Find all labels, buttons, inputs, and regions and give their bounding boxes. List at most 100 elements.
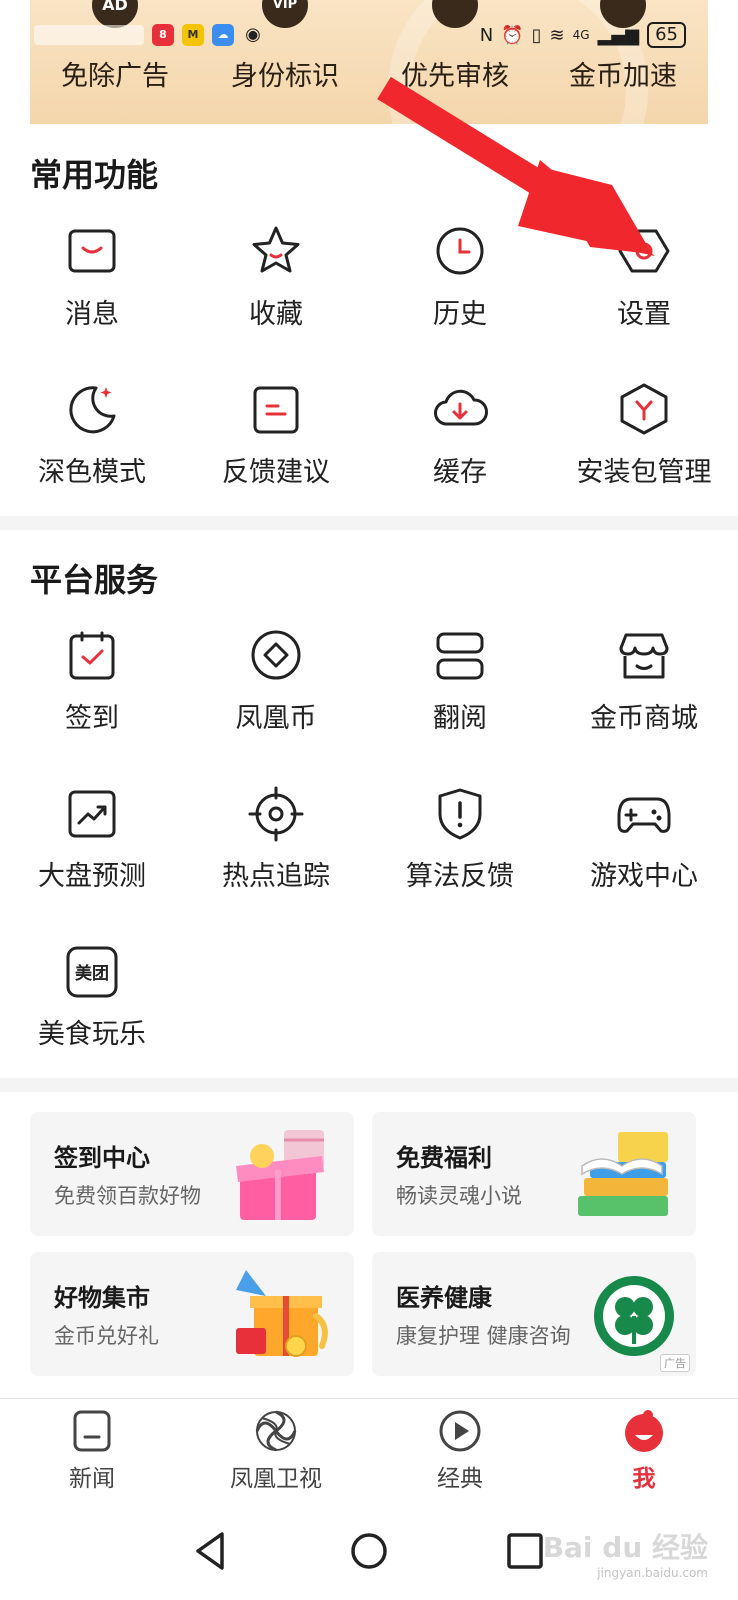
status-left: 8 M ☁ ◉ [34, 20, 264, 50]
watermark-url: jingyan.baidu.com [597, 1566, 708, 1580]
network-label: 4G [572, 28, 590, 42]
card-subtitle: 金币兑好礼 [54, 1324, 159, 1348]
trend-icon [62, 784, 122, 844]
grid-item-food-fun[interactable]: 美团 美食玩乐 [0, 942, 184, 1062]
grid-item-feedback[interactable]: 反馈建议 [184, 380, 368, 500]
grid-item-messages[interactable]: 消息 [0, 222, 184, 342]
browse-icon [430, 626, 490, 686]
books-image [568, 1126, 678, 1226]
shield-alert-icon [430, 784, 490, 844]
battery-indicator: 65 [647, 22, 686, 48]
wifi-icon: ≋ [549, 24, 565, 46]
star-icon [246, 222, 306, 282]
card-subtitle: 畅读灵魂小说 [396, 1184, 522, 1208]
card-free-benefits[interactable]: 免费福利 畅读灵魂小说 [372, 1112, 696, 1236]
privilege-label: 金币加速 [569, 61, 677, 92]
package-icon [614, 380, 674, 440]
nfc-icon: N [479, 24, 494, 46]
grid-item-coin-mall[interactable]: 金币商城 [552, 626, 736, 746]
grid-item-label: 金币商城 [590, 703, 698, 734]
system-navigation-bar: Bai du 经验 jingyan.baidu.com [0, 1502, 738, 1600]
moon-icon [62, 380, 122, 440]
cloud-notification-icon: ☁ [212, 24, 234, 46]
grid-item-label: 翻阅 [433, 703, 487, 734]
gear-icon [614, 222, 674, 282]
mail-notification-icon: M [182, 24, 204, 46]
grid-item-browse[interactable]: 翻阅 [368, 626, 552, 746]
target-icon [246, 784, 306, 844]
feedback-icon [246, 380, 306, 440]
grid-item-game-center[interactable]: 游戏中心 [552, 784, 736, 904]
tab-news[interactable]: 新闻 [0, 1399, 184, 1503]
signal-icon: ▂▄▆ [597, 24, 640, 46]
tab-classic[interactable]: 经典 [368, 1399, 552, 1503]
card-health-care-ad[interactable]: 医养健康 康复护理 健康咨询 广告 [372, 1252, 696, 1376]
grid-item-algorithm-feedback[interactable]: 算法反馈 [368, 784, 552, 904]
watermark-text: Bai du 经验 [542, 1531, 708, 1564]
vibrate-icon: ▯ [531, 24, 542, 46]
privilege-label: 免除广告 [61, 61, 169, 92]
eye-icon: ◉ [245, 24, 261, 45]
coin-icon [246, 626, 306, 686]
grid-item-market-forecast[interactable]: 大盘预测 [0, 784, 184, 904]
grid-item-checkin[interactable]: 签到 [0, 626, 184, 746]
cloud-download-icon [430, 380, 490, 440]
card-title: 医养健康 [396, 1284, 492, 1312]
grid-item-phoenix-coin[interactable]: 凤凰币 [184, 626, 368, 746]
card-goods-market[interactable]: 好物集市 金币兑好礼 [30, 1252, 354, 1376]
grid-item-label: 收藏 [249, 299, 303, 330]
gamepad-icon [614, 784, 674, 844]
play-icon [438, 1409, 482, 1453]
grid-item-label: 缓存 [433, 457, 487, 488]
card-title: 好物集市 [54, 1284, 150, 1312]
tab-label: 我 [632, 1466, 656, 1492]
grid-item-label: 深色模式 [38, 457, 146, 488]
privilege-label: 身份标识 [231, 61, 339, 92]
grid-item-favorites[interactable]: 收藏 [184, 222, 368, 342]
alarm-icon: ⏰ [501, 24, 524, 46]
section-title-common: 常用功能 [30, 156, 159, 194]
meituan-icon: 美团 [62, 942, 122, 1002]
bottom-tab-bar: 新闻 凤凰卫视 经典 我 [0, 1398, 738, 1502]
message-icon [62, 222, 122, 282]
app-notification-icon: 8 [152, 24, 174, 46]
grid-item-label: 大盘预测 [38, 861, 146, 892]
me-avatar-icon [622, 1409, 666, 1453]
phoenix-icon [254, 1409, 298, 1453]
home-icon[interactable] [344, 1526, 394, 1576]
grid-item-label: 签到 [65, 703, 119, 734]
tab-label: 新闻 [69, 1466, 115, 1492]
grid-item-label: 消息 [65, 299, 119, 330]
gift-box-image [226, 1126, 336, 1226]
clock-icon [430, 222, 490, 282]
card-title: 签到中心 [54, 1144, 150, 1172]
grid-item-label: 算法反馈 [406, 861, 514, 892]
tab-phoenix-tv[interactable]: 凤凰卫视 [184, 1399, 368, 1503]
card-checkin-center[interactable]: 签到中心 免费领百款好物 [30, 1112, 354, 1236]
grid-item-settings[interactable]: 设置 [552, 222, 736, 342]
grid-item-label: 美食玩乐 [38, 1019, 146, 1050]
grid-item-label: 热点追踪 [222, 861, 330, 892]
news-icon [70, 1409, 114, 1453]
grid-item-label: 安装包管理 [576, 457, 712, 488]
grid-item-cache[interactable]: 缓存 [368, 380, 552, 500]
grid-item-label: 历史 [433, 299, 487, 330]
baidu-jingyan-watermark: Bai du 经验 jingyan.baidu.com [543, 1526, 708, 1580]
meituan-icon-text: 美团 [75, 964, 109, 984]
grid-item-hot-tracking[interactable]: 热点追踪 [184, 784, 368, 904]
gift-coins-image [226, 1266, 336, 1366]
card-title: 免费福利 [396, 1144, 492, 1172]
grid-item-history[interactable]: 历史 [368, 222, 552, 342]
tab-me[interactable]: 我 [552, 1399, 736, 1503]
section-title-platform: 平台服务 [30, 561, 159, 599]
checkin-icon [62, 626, 122, 686]
grid-item-package-manager[interactable]: 安装包管理 [552, 380, 736, 500]
grid-item-label: 凤凰币 [235, 703, 317, 734]
status-right: N ⏰ ▯ ≋ 4G ▂▄▆ 65 [480, 20, 686, 50]
grid-item-label: 反馈建议 [222, 457, 330, 488]
grid-item-label: 游戏中心 [590, 861, 698, 892]
grid-item-dark-mode[interactable]: 深色模式 [0, 380, 184, 500]
clover-logo-image [568, 1266, 678, 1366]
back-icon[interactable] [186, 1526, 236, 1576]
shop-icon [614, 626, 674, 686]
